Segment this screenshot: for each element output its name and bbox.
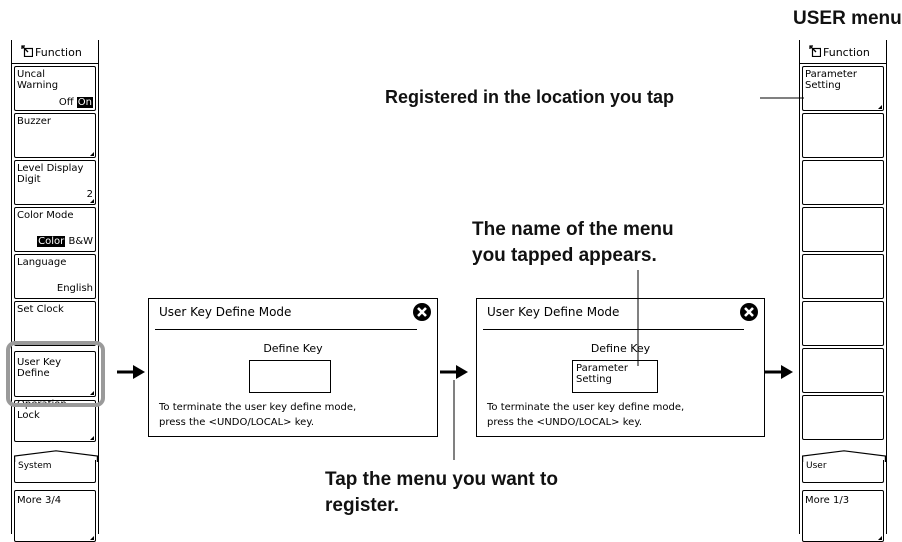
user-slot-button[interactable] bbox=[802, 254, 884, 299]
submenu-corner-icon bbox=[90, 152, 94, 156]
uncal-warning-button[interactable]: Uncal Warning Off On bbox=[14, 66, 96, 111]
callout-name-leader bbox=[637, 270, 639, 366]
submenu-corner-icon bbox=[878, 105, 882, 109]
user-slot-button[interactable] bbox=[802, 395, 884, 440]
user-slot-button[interactable] bbox=[802, 160, 884, 205]
define-key-value: Parameter Setting bbox=[576, 363, 629, 385]
left-function-menu: Function Uncal Warning Off On Buzzer Lev… bbox=[11, 40, 99, 542]
function-menu-icon bbox=[809, 45, 821, 57]
user-slot-button[interactable] bbox=[802, 113, 884, 158]
user-key-define-dialog-filled: User Key Define Mode Define Key Paramete… bbox=[476, 298, 765, 437]
parameter-setting-label: Parameter Setting bbox=[805, 69, 858, 91]
define-key-label: Define Key bbox=[590, 342, 651, 355]
define-key-label: Define Key bbox=[263, 342, 323, 355]
callout-registered: Registered in the location you tap bbox=[385, 87, 675, 107]
language-label: Language bbox=[17, 257, 67, 268]
more-page-button[interactable]: More 1/3 bbox=[802, 490, 884, 542]
color-mode-button[interactable]: Color Mode Color B&W bbox=[14, 207, 96, 252]
color-mode-label: Color Mode bbox=[17, 210, 74, 221]
set-clock-label: Set Clock bbox=[17, 304, 64, 315]
callout-tap-menu: Tap the menu you want to register. bbox=[325, 469, 558, 516]
user-slot-button[interactable] bbox=[802, 301, 884, 346]
user-tab[interactable]: User bbox=[802, 450, 886, 483]
language-value: English bbox=[56, 283, 93, 294]
uncal-warning-value: Off On bbox=[58, 97, 93, 108]
submenu-corner-icon bbox=[90, 199, 94, 203]
right-menu-header[interactable]: Function bbox=[799, 40, 887, 64]
language-button[interactable]: Language English bbox=[14, 254, 96, 299]
user-key-define-dialog-empty: User Key Define Mode Define Key To termi… bbox=[148, 298, 438, 437]
uncal-warning-label: Uncal Warning bbox=[17, 69, 59, 91]
set-clock-button[interactable]: Set Clock bbox=[14, 301, 96, 346]
submenu-corner-icon bbox=[90, 436, 94, 440]
right-arrow-icon bbox=[440, 365, 468, 379]
define-key-field[interactable]: Parameter Setting bbox=[572, 360, 658, 393]
dialog-title: User Key Define Mode bbox=[159, 305, 292, 319]
user-slot-button[interactable] bbox=[802, 348, 884, 393]
function-menu-icon bbox=[21, 45, 33, 57]
dialog-instructions: To terminate the user key define mode, p… bbox=[159, 402, 357, 428]
system-tab-label: System bbox=[18, 461, 52, 471]
left-menu-header[interactable]: Function bbox=[11, 40, 99, 64]
color-mode-value: Color B&W bbox=[37, 236, 93, 247]
parameter-setting-button[interactable]: Parameter Setting bbox=[802, 66, 884, 111]
more-page-label: More 1/3 bbox=[805, 495, 850, 506]
right-user-menu: Function Parameter Setting User More 1/3 bbox=[799, 40, 887, 542]
more-page-button[interactable]: More 3/4 bbox=[14, 490, 96, 542]
dialog-title: User Key Define Mode bbox=[487, 305, 620, 319]
level-display-digit-button[interactable]: Level Display Digit 2 bbox=[14, 160, 96, 205]
callout-tap-leader bbox=[453, 380, 455, 460]
right-menu-title: Function bbox=[823, 46, 870, 59]
dialog-instructions: To terminate the user key define mode, p… bbox=[487, 402, 685, 428]
define-key-field[interactable] bbox=[249, 360, 331, 393]
right-arrow-icon bbox=[765, 365, 793, 379]
callout-name-appears: The name of the menu you tapped appears. bbox=[472, 219, 674, 266]
selected-highlight bbox=[6, 341, 105, 407]
close-icon[interactable] bbox=[412, 302, 432, 322]
level-display-digit-label: Level Display Digit bbox=[17, 163, 84, 185]
close-icon[interactable] bbox=[739, 302, 759, 322]
buzzer-button[interactable]: Buzzer bbox=[14, 113, 96, 158]
user-tab-label: User bbox=[806, 461, 827, 471]
submenu-corner-icon bbox=[878, 536, 882, 540]
buzzer-label: Buzzer bbox=[17, 116, 51, 127]
callout-registered-leader bbox=[760, 97, 804, 99]
user-slot-button[interactable] bbox=[802, 207, 884, 252]
right-arrow-icon bbox=[117, 365, 145, 379]
system-tab[interactable]: System bbox=[14, 450, 98, 483]
user-menu-caption: USER menu bbox=[793, 8, 902, 29]
left-menu-title: Function bbox=[35, 46, 82, 59]
more-page-label: More 3/4 bbox=[17, 495, 62, 506]
submenu-corner-icon bbox=[90, 536, 94, 540]
